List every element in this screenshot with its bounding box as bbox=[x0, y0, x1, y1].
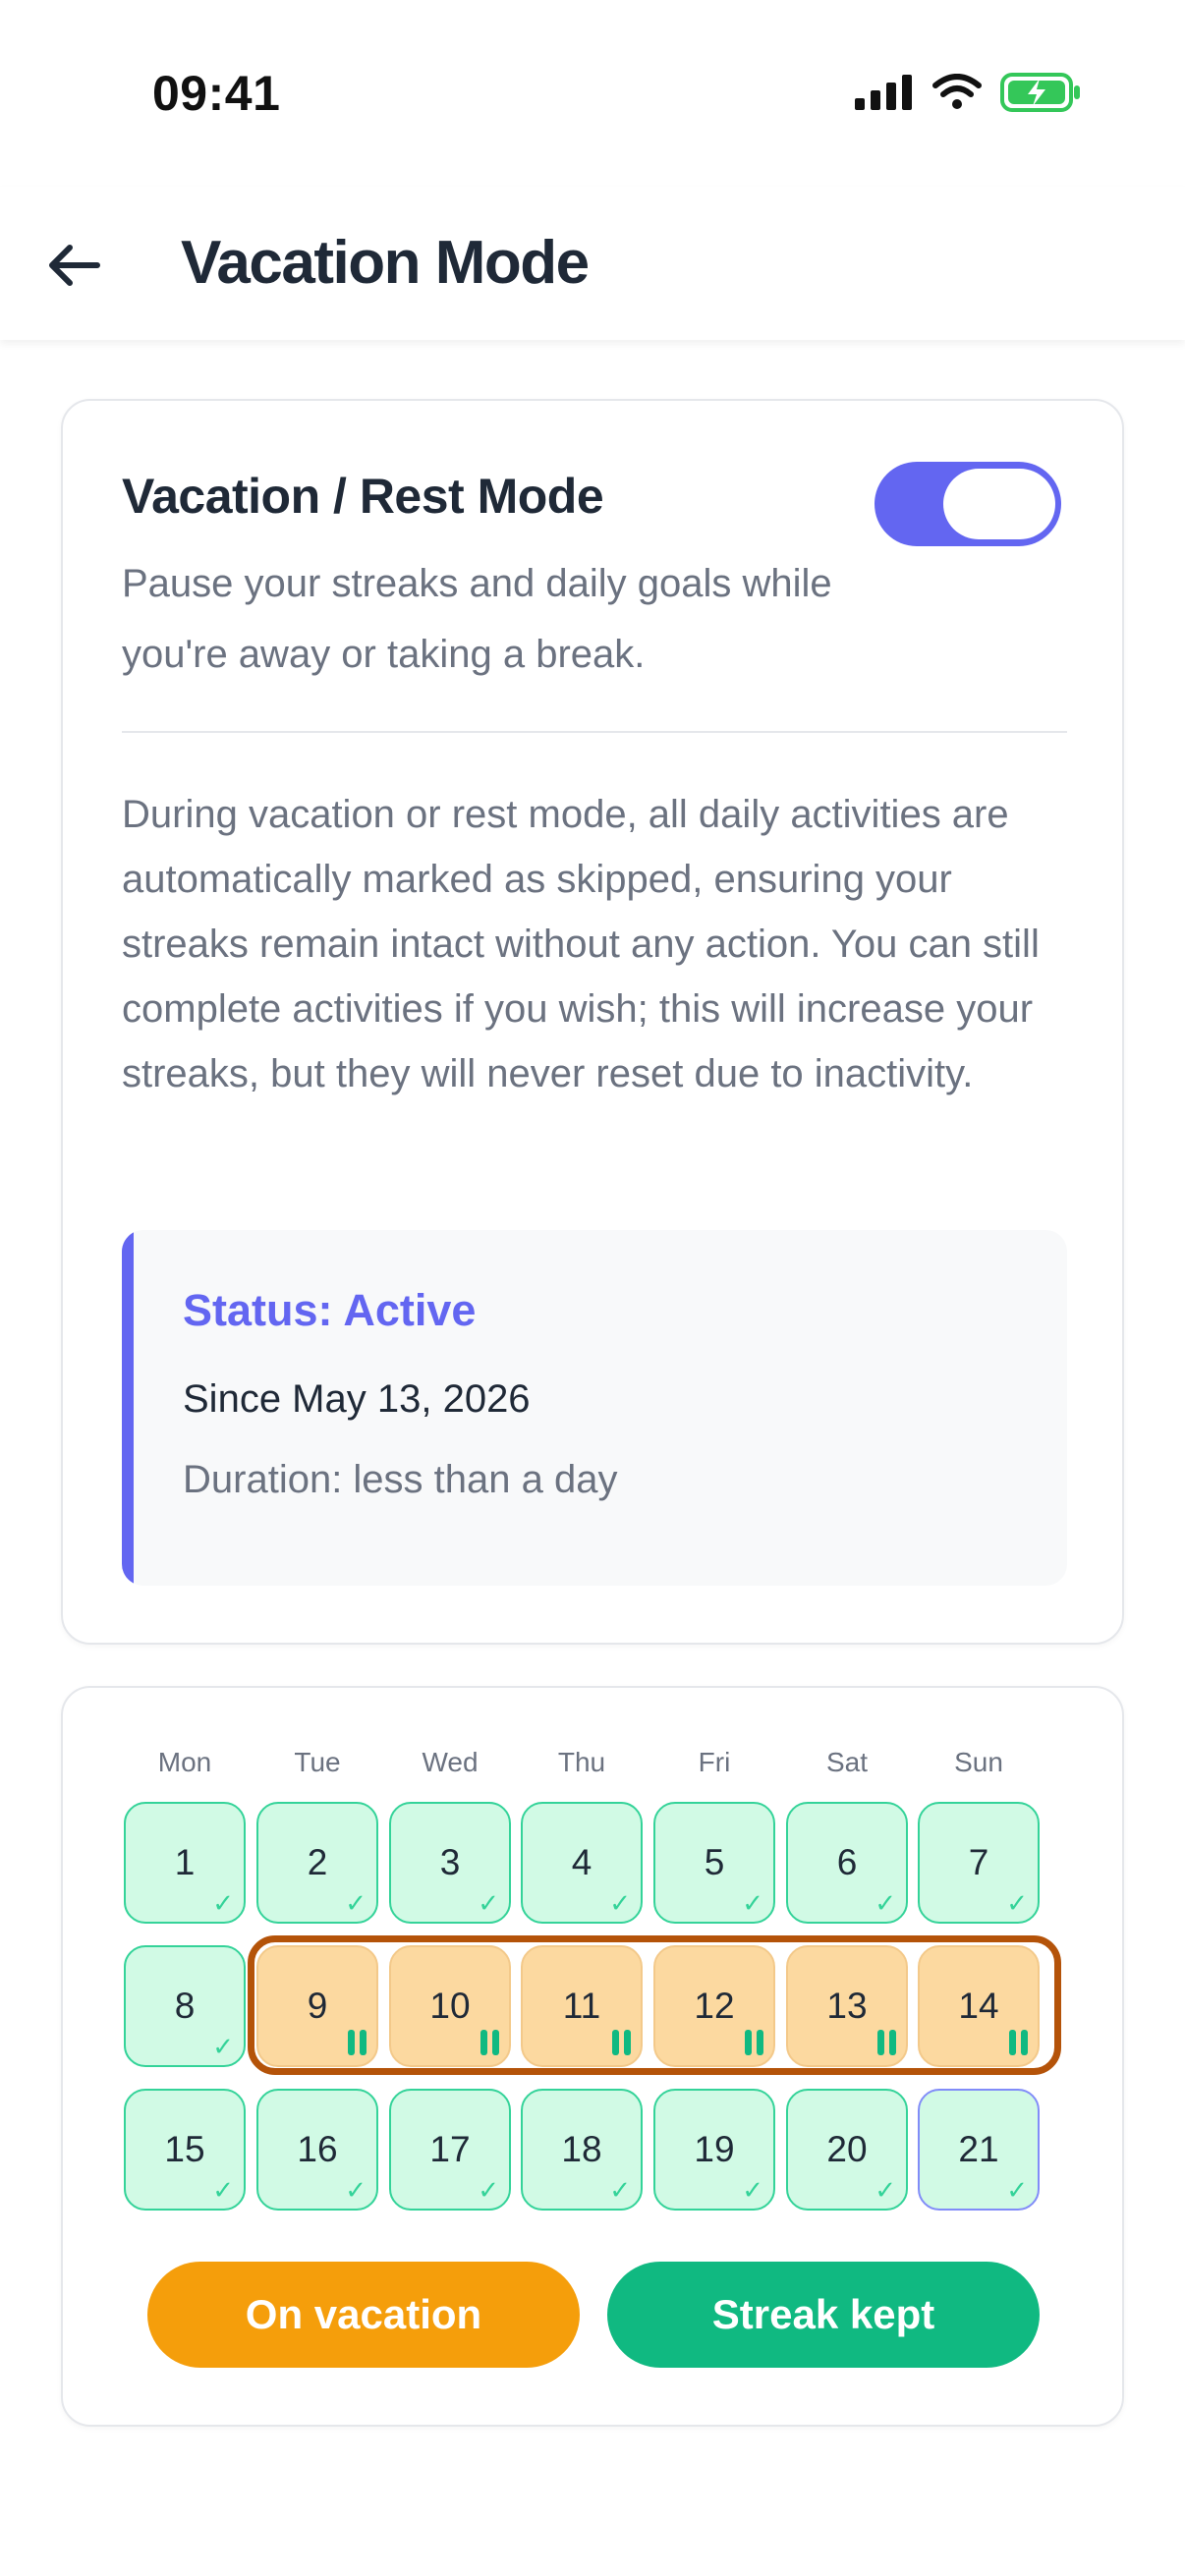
day-number: 3 bbox=[439, 1842, 461, 1882]
calendar-day[interactable]: 2 ✓ bbox=[256, 1802, 378, 1924]
vacation-description: During vacation or rest mode, all daily … bbox=[122, 793, 1040, 1095]
check-icon: ✓ bbox=[1006, 2175, 1028, 2205]
day-number: 15 bbox=[164, 2129, 205, 2169]
calendar-day[interactable]: 17 ✓ bbox=[389, 2089, 511, 2211]
check-icon: ✓ bbox=[875, 2175, 896, 2205]
check-icon: ✓ bbox=[212, 1888, 234, 1918]
calendar-day[interactable]: 7 ✓ bbox=[918, 1802, 1040, 1924]
arrow-left-icon bbox=[49, 245, 100, 286]
pause-icon bbox=[348, 2030, 367, 2055]
pause-icon bbox=[1009, 2030, 1028, 2055]
check-icon: ✓ bbox=[478, 1888, 499, 1918]
day-number: 8 bbox=[174, 1986, 196, 2026]
pause-icon bbox=[612, 2030, 631, 2055]
check-icon: ✓ bbox=[212, 2032, 234, 2061]
calendar-day[interactable]: 8 ✓ bbox=[124, 1945, 246, 2067]
pause-icon bbox=[877, 2030, 896, 2055]
calendar-day[interactable]: 19 ✓ bbox=[653, 2089, 775, 2211]
weekday-label: Wed bbox=[422, 1747, 479, 1777]
back-button[interactable] bbox=[39, 231, 108, 300]
calendar-day[interactable]: 3 ✓ bbox=[389, 1802, 511, 1924]
day-number: 19 bbox=[694, 2129, 735, 2169]
check-icon: ✓ bbox=[478, 2175, 499, 2205]
status-duration: Duration: less than a day bbox=[183, 1458, 618, 1501]
settings-title: Vacation / Rest Mode bbox=[122, 469, 604, 524]
status-since: Since May 13, 2026 bbox=[183, 1377, 531, 1421]
calendar-day[interactable]: 16 ✓ bbox=[256, 2089, 378, 2211]
calendar-day[interactable]: 13 bbox=[786, 1945, 908, 2067]
day-number: 12 bbox=[694, 1986, 735, 2026]
check-icon: ✓ bbox=[609, 2175, 631, 2205]
weekday-header: Mon Tue Wed Thu Fri Sat Sun bbox=[124, 1747, 1057, 1786]
status-accent-bar bbox=[122, 1230, 134, 1586]
day-number: 4 bbox=[571, 1842, 592, 1882]
day-number: 16 bbox=[297, 2129, 338, 2169]
status-icons bbox=[855, 73, 1083, 112]
calendar-day[interactable]: 10 bbox=[389, 1945, 511, 2067]
toggle-knob bbox=[943, 469, 1055, 539]
weekday-label: Sat bbox=[825, 1747, 869, 1777]
day-number: 6 bbox=[836, 1842, 858, 1882]
weekday-label: Tue bbox=[294, 1747, 341, 1777]
status-time: 09:41 bbox=[152, 66, 281, 121]
legend-streak-kept[interactable]: Streak kept bbox=[607, 2262, 1040, 2368]
status-title: Status: Active bbox=[183, 1285, 477, 1335]
check-icon: ✓ bbox=[875, 1888, 896, 1918]
settings-subtitle: Pause your streaks and daily goals while… bbox=[122, 562, 832, 676]
wifi-icon bbox=[932, 74, 982, 109]
weekday-label: Mon bbox=[157, 1747, 212, 1777]
vacation-settings-card: Vacation / Rest Mode Pause your streaks … bbox=[61, 399, 1124, 1645]
day-number: 11 bbox=[562, 1986, 601, 2026]
check-icon: ✓ bbox=[742, 1888, 763, 1918]
calendar-day[interactable]: 12 bbox=[653, 1945, 775, 2067]
day-number: 10 bbox=[429, 1986, 471, 2026]
legend-on-vacation[interactable]: On vacation bbox=[147, 2262, 580, 2368]
cellular-signal-icon bbox=[855, 75, 912, 110]
day-number: 1 bbox=[174, 1842, 196, 1882]
day-number: 14 bbox=[958, 1986, 999, 2026]
calendar-day[interactable]: 15 ✓ bbox=[124, 2089, 246, 2211]
calendar-day[interactable]: 14 bbox=[918, 1945, 1040, 2067]
calendar-day[interactable]: 21 ✓ bbox=[918, 2089, 1040, 2211]
check-icon: ✓ bbox=[609, 1888, 631, 1918]
day-number: 17 bbox=[429, 2129, 471, 2169]
calendar-day[interactable]: 5 ✓ bbox=[653, 1802, 775, 1924]
check-icon: ✓ bbox=[742, 2175, 763, 2205]
day-number: 9 bbox=[307, 1986, 328, 2026]
weekday-label: Fri bbox=[698, 1747, 731, 1777]
check-icon: ✓ bbox=[345, 1888, 367, 1918]
calendar-day[interactable]: 9 bbox=[256, 1945, 378, 2067]
pause-icon bbox=[480, 2030, 499, 2055]
day-number: 21 bbox=[958, 2129, 999, 2169]
calendar-day[interactable]: 6 ✓ bbox=[786, 1802, 908, 1924]
day-number: 2 bbox=[307, 1842, 328, 1882]
calendar-day[interactable]: 18 ✓ bbox=[521, 2089, 643, 2211]
calendar-day[interactable]: 4 ✓ bbox=[521, 1802, 643, 1924]
weekday-label: Thu bbox=[557, 1747, 606, 1777]
divider bbox=[122, 731, 1067, 733]
calendar-day[interactable]: 11 bbox=[521, 1945, 643, 2067]
status-panel: Status: Active Since May 13, 2026 Durati… bbox=[122, 1230, 1067, 1586]
day-number: 20 bbox=[826, 2129, 868, 2169]
day-number: 18 bbox=[561, 2129, 602, 2169]
check-icon: ✓ bbox=[1006, 1888, 1028, 1918]
check-icon: ✓ bbox=[345, 2175, 367, 2205]
calendar-day[interactable]: 1 ✓ bbox=[124, 1802, 246, 1924]
vacation-mode-toggle[interactable] bbox=[875, 462, 1061, 546]
calendar-day[interactable]: 20 ✓ bbox=[786, 2089, 908, 2211]
check-icon: ✓ bbox=[212, 2175, 234, 2205]
status-bar: 09:41 bbox=[0, 0, 1185, 187]
streak-calendar-card: Mon Tue Wed Thu Fri Sat Sun 1 ✓ 2 ✓ 3 ✓ 4 ✓ 5 ✓ 6 ✓ 7 ✓ 8 ✓ 9 1… bbox=[61, 1686, 1124, 2427]
app-header: Vacation Mode bbox=[0, 187, 1185, 340]
pause-icon bbox=[745, 2030, 763, 2055]
page-title: Vacation Mode bbox=[181, 229, 590, 297]
day-number: 13 bbox=[826, 1986, 868, 2026]
battery-charging-icon bbox=[1000, 73, 1080, 112]
day-number: 5 bbox=[704, 1842, 725, 1882]
weekday-label: Sun bbox=[954, 1747, 1003, 1777]
day-number: 7 bbox=[968, 1842, 989, 1882]
